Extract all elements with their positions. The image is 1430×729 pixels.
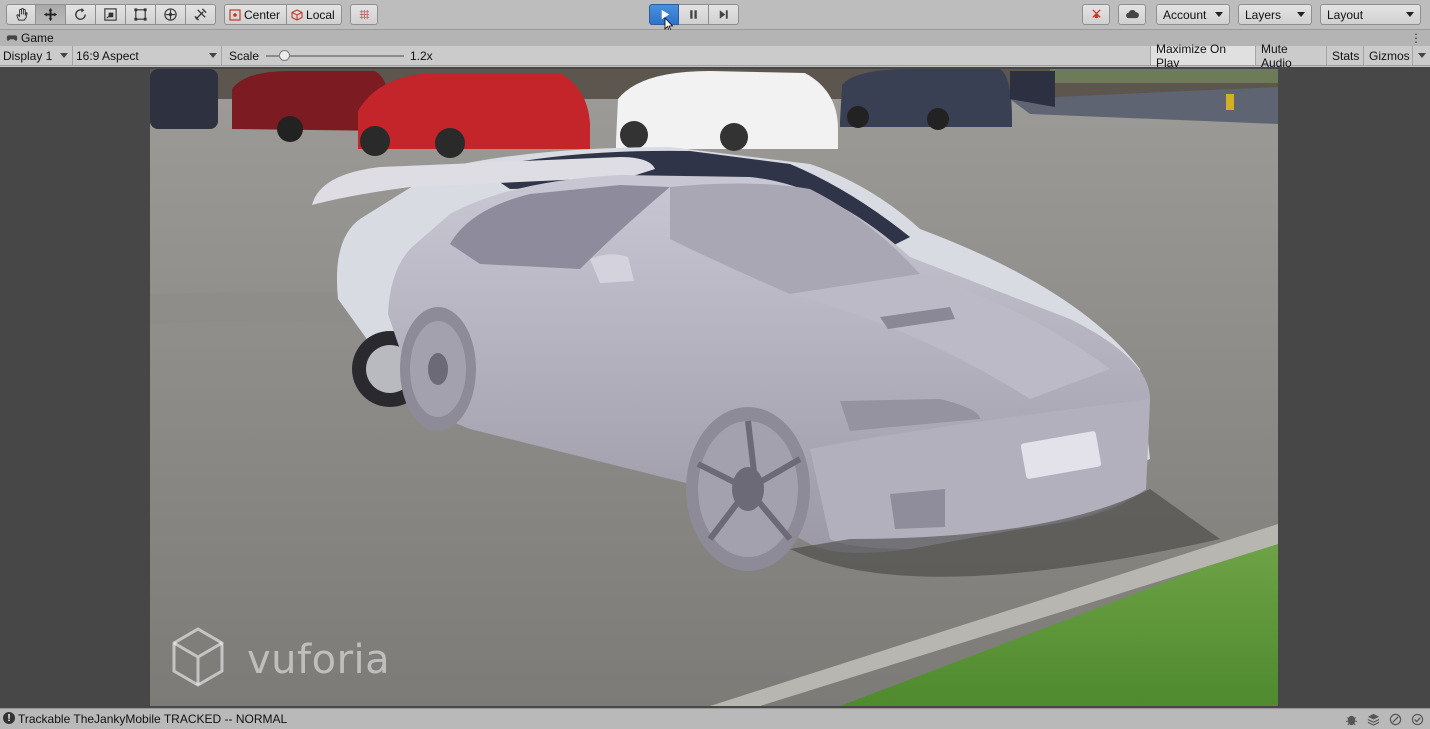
info-icon: ! xyxy=(3,712,15,724)
check-circle-icon[interactable] xyxy=(1410,712,1424,726)
custom-tool-icon xyxy=(194,8,207,21)
chevron-down-icon xyxy=(60,53,68,58)
rotate-tool-icon xyxy=(75,7,86,20)
step-icon xyxy=(719,10,728,19)
account-label: Account xyxy=(1163,7,1207,22)
pause-button[interactable] xyxy=(679,4,709,25)
scale-tool-button[interactable] xyxy=(96,4,126,25)
layers-dropdown[interactable]: Layers xyxy=(1238,4,1312,25)
chevron-down-icon xyxy=(1417,53,1426,58)
pause-icon xyxy=(690,10,697,19)
play-controls xyxy=(649,4,739,25)
gizmos-toggle[interactable]: Gizmos xyxy=(1363,46,1412,65)
transform-tool-icon xyxy=(164,8,177,21)
display-label: Display 1 xyxy=(3,48,53,63)
main-toolbar: Center Local Account Layers Layout xyxy=(0,0,1430,32)
bug-icon[interactable] xyxy=(1344,712,1358,726)
grid-snap-icon xyxy=(359,9,369,20)
display-dropdown[interactable]: Display 1 xyxy=(0,46,73,65)
account-dropdown[interactable]: Account xyxy=(1156,4,1230,25)
chevron-down-icon xyxy=(1297,12,1305,17)
collab-icon xyxy=(1091,9,1101,19)
pivot-local-icon xyxy=(291,8,303,21)
hierarchy-icon[interactable] xyxy=(1388,712,1402,726)
scale-slider-thumb[interactable] xyxy=(279,50,290,61)
game-view-toolbar: Display 1 16:9 Aspect Scale 1.2x Maximiz… xyxy=(0,42,1430,70)
step-button[interactable] xyxy=(709,4,739,25)
rect-tool-button[interactable] xyxy=(126,4,156,25)
layers-label: Layers xyxy=(1245,7,1282,22)
aspect-label: 16:9 Aspect xyxy=(76,48,139,63)
vuforia-watermark: vuforia xyxy=(247,637,391,683)
scale-label: Scale xyxy=(229,48,260,63)
status-bar: ! Trackable TheJankyMobile TRACKED -- NO… xyxy=(0,708,1430,729)
chevron-down-icon xyxy=(1406,12,1414,17)
layout-label: Layout xyxy=(1327,7,1364,22)
tab-menu-icon[interactable]: ⋮ xyxy=(1410,31,1422,45)
collab-button[interactable] xyxy=(1082,4,1110,25)
hand-tool-button[interactable] xyxy=(6,4,36,25)
layers-stack-icon[interactable] xyxy=(1366,712,1380,726)
move-tool-button[interactable] xyxy=(36,4,66,25)
transform-tools xyxy=(6,4,216,25)
pivot-controls: Center Local xyxy=(224,4,342,25)
camera-feed-image: vuforia xyxy=(150,69,1278,706)
layout-dropdown[interactable]: Layout xyxy=(1320,4,1421,25)
scale-value: 1.2x xyxy=(410,48,433,63)
tab-game-label: Game xyxy=(21,31,54,45)
custom-tool-button[interactable] xyxy=(186,4,216,25)
pivot-mode-button[interactable]: Center xyxy=(224,4,288,25)
pivot-rotation-button[interactable]: Local xyxy=(287,4,342,25)
pivot-rotation-label: Local xyxy=(306,7,335,22)
aspect-dropdown[interactable]: 16:9 Aspect xyxy=(73,46,222,65)
stats-toggle[interactable]: Stats xyxy=(1326,46,1363,65)
transform-tool-button[interactable] xyxy=(156,4,186,25)
hand-tool-icon xyxy=(15,7,28,21)
tab-game[interactable]: Game xyxy=(0,30,60,46)
status-icons xyxy=(1344,712,1424,726)
move-tool-icon xyxy=(43,7,58,22)
console-status-message[interactable]: Trackable TheJankyMobile TRACKED -- NORM… xyxy=(18,712,287,726)
pivot-center-icon xyxy=(229,8,241,21)
cloud-icon xyxy=(1125,10,1139,19)
cloud-button[interactable] xyxy=(1118,4,1146,25)
scale-tool-icon xyxy=(104,8,117,21)
gamepad-icon xyxy=(6,35,18,41)
snap-settings-button[interactable] xyxy=(350,4,378,25)
rect-tool-icon xyxy=(134,8,147,21)
mute-audio-toggle[interactable]: Mute Audio xyxy=(1255,42,1326,70)
chevron-down-icon xyxy=(1215,12,1223,17)
rotate-tool-button[interactable] xyxy=(66,4,96,25)
pivot-mode-label: Center xyxy=(244,7,281,22)
gizmos-dropdown[interactable] xyxy=(1412,46,1430,65)
chevron-down-icon xyxy=(209,53,217,58)
maximize-on-play-toggle[interactable]: Maximize On Play xyxy=(1150,42,1255,70)
